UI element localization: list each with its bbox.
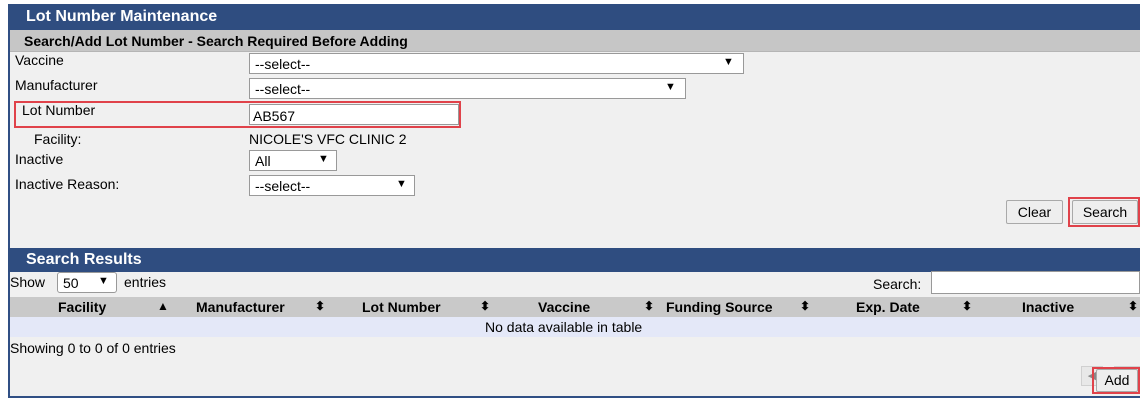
chevron-down-icon: ▼ (98, 275, 109, 287)
sort-icon: ⬍ (800, 299, 811, 313)
page-size-select[interactable]: 50 ▼ (57, 272, 117, 293)
sort-icon: ⬍ (962, 299, 973, 313)
search-form-title: Search/Add Lot Number - Search Required … (24, 33, 408, 49)
inactive-select[interactable]: All ▼ (249, 150, 337, 171)
inactive-reason-select[interactable]: --select-- ▼ (249, 175, 415, 196)
table-search-input[interactable] (931, 271, 1140, 294)
results-title: Search Results (26, 251, 142, 268)
search-form-header: Search/Add Lot Number - Search Required … (10, 30, 1140, 52)
manufacturer-select[interactable]: --select-- ▼ (249, 78, 686, 99)
clear-button[interactable]: Clear (1006, 200, 1063, 224)
chevron-down-icon: ▼ (318, 153, 329, 165)
chevron-down-icon: ▼ (723, 56, 734, 68)
page-size-value: 50 (63, 275, 79, 291)
sort-icon: ⬍ (480, 299, 491, 313)
vaccine-select-value: --select-- (255, 56, 311, 72)
lot-number-input[interactable]: AB567 (249, 104, 459, 125)
results-header: Search Results (8, 248, 1140, 272)
inactive-label: Inactive (15, 151, 64, 167)
inactive-reason-select-value: --select-- (255, 178, 311, 194)
lot-number-input-value: AB567 (253, 108, 296, 124)
inactive-reason-label: Inactive Reason: (15, 176, 120, 192)
vaccine-label: Vaccine (15, 52, 64, 68)
facility-label: Facility: (34, 131, 82, 147)
column-inactive[interactable]: Inactive (1022, 299, 1074, 315)
page-header: Lot Number Maintenance (8, 4, 1140, 30)
sort-icon: ⬍ (644, 299, 655, 313)
column-funding-source[interactable]: Funding Source (666, 299, 773, 315)
inactive-select-value: All (255, 153, 271, 169)
table-header-row: Facility ▲ Manufacturer ⬍ Lot Number ⬍ V… (10, 297, 1140, 317)
empty-message: No data available in table (485, 319, 643, 335)
show-label: Show (10, 274, 46, 290)
chevron-down-icon: ▼ (396, 178, 407, 190)
lot-number-label: Lot Number (22, 102, 96, 118)
sort-asc-icon: ▲ (157, 299, 169, 313)
table-info: Showing 0 to 0 of 0 entries (10, 340, 176, 356)
add-button[interactable]: Add (1096, 369, 1138, 392)
sort-icon: ⬍ (315, 299, 326, 313)
manufacturer-select-value: --select-- (255, 81, 311, 97)
sort-icon: ⬍ (1128, 299, 1139, 313)
column-exp-date[interactable]: Exp. Date (856, 299, 920, 315)
column-facility[interactable]: Facility (58, 299, 106, 315)
entries-label: entries (124, 274, 167, 290)
table-empty-row: No data available in table (10, 317, 1140, 337)
chevron-down-icon: ▼ (665, 81, 676, 93)
search-button[interactable]: Search (1072, 200, 1138, 224)
table-search-label: Search: (873, 276, 922, 292)
column-manufacturer[interactable]: Manufacturer (196, 299, 285, 315)
manufacturer-label: Manufacturer (15, 77, 98, 93)
column-lot-number[interactable]: Lot Number (362, 299, 441, 315)
page-title: Lot Number Maintenance (26, 8, 218, 25)
facility-value: NICOLE'S VFC CLINIC 2 (249, 131, 407, 147)
column-vaccine[interactable]: Vaccine (538, 299, 590, 315)
vaccine-select[interactable]: --select-- ▼ (249, 53, 744, 74)
